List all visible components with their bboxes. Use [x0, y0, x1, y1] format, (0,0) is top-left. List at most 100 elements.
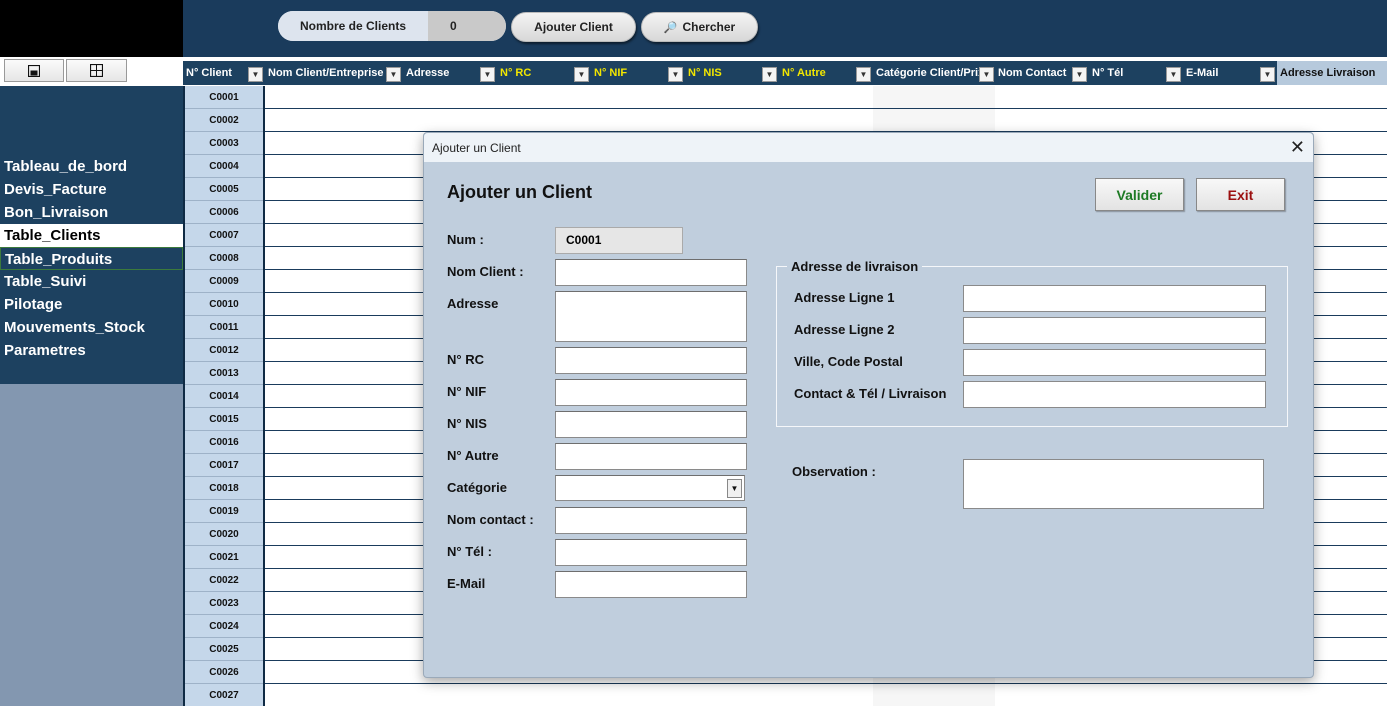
sidebar-menu: Tableau_de_bord Devis_Facture Bon_Livrai…	[0, 86, 183, 384]
filter-dropdown-icon[interactable]: ▼	[979, 67, 994, 82]
search-button[interactable]: 🔎 Chercher	[641, 12, 758, 42]
table-row[interactable]: C0024	[185, 615, 263, 638]
filter-dropdown-icon[interactable]: ▼	[574, 67, 589, 82]
contact-field[interactable]	[963, 381, 1266, 408]
table-row[interactable]: C0004	[185, 155, 263, 178]
table-row[interactable]: C0002	[185, 109, 263, 132]
observation-field[interactable]	[963, 459, 1264, 509]
table-row[interactable]: C0001	[185, 86, 263, 109]
table-row[interactable]: C0017	[185, 454, 263, 477]
client-id-column: C0001 C0002 C0003 C0004 C0005 C0006 C000…	[183, 86, 265, 706]
line2-label: Adresse Ligne 2	[794, 322, 895, 337]
delivery-address-group: Adresse de livraison Adresse Ligne 1 Adr…	[776, 259, 1288, 427]
table-row[interactable]: C0025	[185, 638, 263, 661]
table-row[interactable]: C0021	[185, 546, 263, 569]
email-label: E-Mail	[447, 576, 486, 591]
table-row[interactable]: C0026	[185, 661, 263, 684]
table-row[interactable]: C0013	[185, 362, 263, 385]
sidebar-item-mouvements-stock[interactable]: Mouvements_Stock	[0, 316, 183, 339]
table-row[interactable]: C0009	[185, 270, 263, 293]
close-icon[interactable]: ✕	[1290, 137, 1305, 158]
sidebar-item-table-clients[interactable]: Table_Clients	[0, 224, 183, 247]
table-row[interactable]: C0005	[185, 178, 263, 201]
dialog-heading: Ajouter un Client	[447, 182, 592, 202]
valider-button[interactable]: Valider	[1095, 178, 1184, 211]
adresse-label: Adresse	[447, 296, 499, 311]
filter-dropdown-icon[interactable]: ▼	[668, 67, 683, 82]
filter-dropdown-icon[interactable]: ▼	[480, 67, 495, 82]
table-row[interactable]: C0007	[185, 224, 263, 247]
num-label: Num :	[447, 232, 484, 247]
line1-field[interactable]	[963, 285, 1266, 312]
filter-dropdown-icon[interactable]: ▼	[856, 67, 871, 82]
adresse-field[interactable]	[555, 291, 747, 342]
header-tel: N° Tél	[1092, 67, 1124, 79]
contact-label: Contact & Tél / Livraison	[794, 386, 947, 401]
table-row[interactable]: C0015	[185, 408, 263, 431]
sidebar-item-parametres[interactable]: Parametres	[0, 339, 183, 362]
delivery-group-title: Adresse de livraison	[787, 259, 923, 274]
nom-contact-field[interactable]	[555, 507, 747, 534]
search-icon: 🔎	[663, 21, 678, 34]
categorie-select[interactable]: ▼	[555, 475, 745, 501]
sidebar-item-pilotage[interactable]: Pilotage	[0, 293, 183, 316]
table-row[interactable]: C0008	[185, 247, 263, 270]
add-client-button[interactable]: Ajouter Client	[511, 12, 636, 42]
sidebar-item-devis-facture[interactable]: Devis_Facture	[0, 178, 183, 201]
chevron-down-icon[interactable]: ▼	[727, 479, 742, 498]
filter-dropdown-icon[interactable]: ▼	[1166, 67, 1181, 82]
dialog-titlebar: Ajouter un Client ✕	[424, 133, 1313, 162]
autre-field[interactable]	[555, 443, 747, 470]
table-row[interactable]: C0006	[185, 201, 263, 224]
table-row[interactable]: C0023	[185, 592, 263, 615]
nis-field[interactable]	[555, 411, 747, 438]
table-row[interactable]: C0003	[185, 132, 263, 155]
grid-line	[265, 108, 1387, 109]
rc-field[interactable]	[555, 347, 747, 374]
email-field[interactable]	[555, 571, 747, 598]
nis-label: N° NIS	[447, 416, 487, 431]
tel-field[interactable]	[555, 539, 747, 566]
tel-label: N° Tél :	[447, 544, 492, 559]
header-client-name: Nom Client/Entreprise	[268, 67, 384, 79]
header-nis: N° NIS	[688, 67, 722, 79]
table-row[interactable]: C0011	[185, 316, 263, 339]
table-row[interactable]: C0020	[185, 523, 263, 546]
table-row[interactable]: C0018	[185, 477, 263, 500]
header-autre: N° Autre	[782, 67, 826, 79]
table-row[interactable]: C0012	[185, 339, 263, 362]
header-categorie: Catégorie Client/Prix	[876, 67, 979, 79]
exit-button[interactable]: Exit	[1196, 178, 1285, 211]
filter-dropdown-icon[interactable]: ▼	[386, 67, 401, 82]
table-row[interactable]: C0019	[185, 500, 263, 523]
city-field[interactable]	[963, 349, 1266, 376]
dialog-window-title: Ajouter un Client	[432, 141, 521, 155]
observation-label: Observation :	[792, 464, 876, 479]
header-rc: N° RC	[500, 67, 532, 79]
filter-dropdown-icon[interactable]: ▼	[762, 67, 777, 82]
table-row[interactable]: C0027	[185, 684, 263, 706]
filter-dropdown-icon[interactable]: ▼	[1260, 67, 1275, 82]
client-count-value: 0	[428, 11, 506, 41]
line2-field[interactable]	[963, 317, 1266, 344]
add-client-dialog: Ajouter un Client ✕ Ajouter un Client Va…	[423, 132, 1314, 678]
top-left-blank	[0, 0, 183, 57]
sidebar-item-tableau-de-bord[interactable]: Tableau_de_bord	[0, 155, 183, 178]
filter-dropdown-icon[interactable]: ▼	[248, 67, 263, 82]
sidebar-item-table-produits[interactable]: Table_Produits	[0, 247, 183, 270]
table-row[interactable]: C0014	[185, 385, 263, 408]
sidebar-item-bon-livraison[interactable]: Bon_Livraison	[0, 201, 183, 224]
categorie-label: Catégorie	[447, 480, 507, 495]
autre-label: N° Autre	[447, 448, 499, 463]
nif-field[interactable]	[555, 379, 747, 406]
client-count-pill: Nombre de Clients 0	[278, 11, 506, 41]
nom-client-field[interactable]	[555, 259, 747, 286]
grid-view-button[interactable]	[66, 59, 127, 82]
save-view-button[interactable]	[4, 59, 64, 82]
table-row[interactable]: C0010	[185, 293, 263, 316]
table-row[interactable]: C0022	[185, 569, 263, 592]
filter-dropdown-icon[interactable]: ▼	[1072, 67, 1087, 82]
sidebar-item-table-suivi[interactable]: Table_Suivi	[0, 270, 183, 293]
table-row[interactable]: C0016	[185, 431, 263, 454]
grid-icon	[90, 64, 103, 77]
